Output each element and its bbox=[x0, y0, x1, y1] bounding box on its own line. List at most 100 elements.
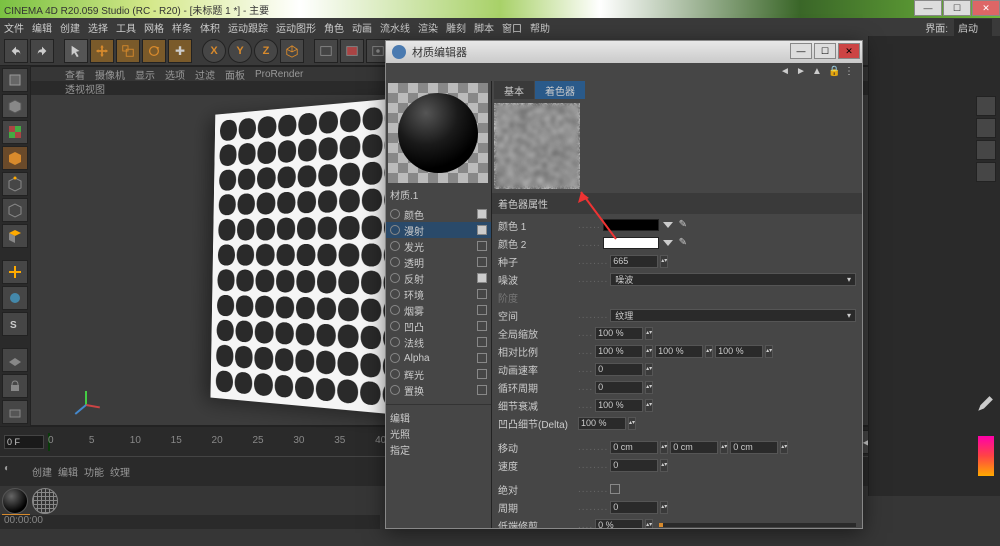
delta-input[interactable] bbox=[578, 417, 626, 430]
menu-pipeline[interactable]: 流水线 bbox=[380, 20, 410, 35]
dialog-close[interactable]: ✕ bbox=[838, 43, 860, 59]
channel-7[interactable]: 凹凸 bbox=[386, 318, 491, 334]
menu-window[interactable]: 窗口 bbox=[502, 20, 522, 35]
loop-spinner[interactable]: ▴▾ bbox=[645, 381, 653, 394]
poly-mode[interactable] bbox=[2, 224, 28, 248]
menu-create[interactable]: 创建 bbox=[60, 20, 80, 35]
global-scale-input[interactable] bbox=[595, 327, 643, 340]
speed-spinner[interactable]: ▴▾ bbox=[660, 459, 668, 472]
anim-spinner[interactable]: ▴▾ bbox=[645, 363, 653, 376]
cycle-spinner[interactable]: ▴▾ bbox=[660, 501, 668, 514]
channel-0[interactable]: 颜色 bbox=[386, 206, 491, 222]
channel-4[interactable]: 反射 bbox=[386, 270, 491, 286]
seed-input[interactable] bbox=[610, 255, 658, 268]
layout-dropdown[interactable]: 启动 bbox=[954, 19, 992, 36]
low-slider[interactable] bbox=[659, 523, 856, 527]
lock-workplane[interactable] bbox=[2, 374, 28, 398]
material-name-field[interactable]: 材质.1 bbox=[386, 185, 491, 204]
rel-x-spinner[interactable]: ▴▾ bbox=[645, 345, 653, 358]
color1-swatch[interactable] bbox=[603, 219, 659, 231]
attr-tool-4[interactable] bbox=[976, 162, 996, 182]
abs-checkbox[interactable] bbox=[610, 484, 620, 494]
rotate-tool[interactable] bbox=[142, 39, 166, 63]
tab-shader[interactable]: 着色器 bbox=[535, 81, 585, 99]
delta-spinner[interactable]: ▴▾ bbox=[628, 417, 636, 430]
maximize-button[interactable]: ☐ bbox=[943, 0, 971, 16]
menu-icon[interactable]: ⋮ bbox=[844, 66, 856, 78]
low-spinner[interactable]: ▴▾ bbox=[645, 519, 653, 529]
color1-picker-icon[interactable]: ✎ bbox=[679, 219, 691, 231]
x-axis-lock[interactable]: X bbox=[202, 39, 226, 63]
nav-back-icon[interactable]: ◄ bbox=[780, 66, 792, 78]
point-mode[interactable] bbox=[2, 172, 28, 196]
dialog-titlebar[interactable]: 材质编辑器 — ☐ ✕ bbox=[386, 41, 862, 63]
low-input[interactable] bbox=[595, 519, 643, 529]
y-axis-lock[interactable]: Y bbox=[228, 39, 252, 63]
move-x[interactable] bbox=[610, 441, 658, 454]
vp-view[interactable]: 查看 bbox=[65, 67, 85, 82]
rel-x-input[interactable] bbox=[595, 345, 643, 358]
noise-preview[interactable] bbox=[494, 103, 580, 189]
redo-button[interactable] bbox=[30, 39, 54, 63]
enable-axis[interactable] bbox=[2, 260, 28, 284]
coord-system[interactable] bbox=[280, 39, 304, 63]
mat-create[interactable]: 创建 bbox=[32, 464, 52, 479]
vp-display[interactable]: 显示 bbox=[135, 67, 155, 82]
material-slot-1[interactable]: 材质.1 bbox=[2, 488, 30, 538]
vp-camera[interactable]: 摄像机 bbox=[95, 67, 125, 82]
menu-select[interactable]: 选择 bbox=[88, 20, 108, 35]
menu-file[interactable]: 文件 bbox=[4, 20, 24, 35]
vp-panel[interactable]: 面板 bbox=[225, 67, 245, 82]
attr-tool-1[interactable] bbox=[976, 96, 996, 116]
menu-tools[interactable]: 工具 bbox=[116, 20, 136, 35]
vp-prorender[interactable]: ProRender bbox=[255, 69, 303, 80]
nav-fwd-icon[interactable]: ► bbox=[796, 66, 808, 78]
move-z[interactable] bbox=[730, 441, 778, 454]
channel-8[interactable]: 法线 bbox=[386, 334, 491, 350]
material-preview[interactable] bbox=[388, 83, 488, 183]
select-tool[interactable] bbox=[64, 39, 88, 63]
menu-mograph[interactable]: 运动图形 bbox=[276, 20, 316, 35]
recent-tool[interactable]: ✚ bbox=[168, 39, 192, 63]
menu-animate[interactable]: 动画 bbox=[352, 20, 372, 35]
channel-illum[interactable]: 光照 bbox=[386, 425, 491, 441]
menu-edit[interactable]: 编辑 bbox=[32, 20, 52, 35]
make-editable-button[interactable] bbox=[2, 68, 28, 92]
pencil-icon[interactable] bbox=[976, 395, 994, 416]
channel-11[interactable]: 置换 bbox=[386, 382, 491, 398]
dialog-maximize[interactable]: ☐ bbox=[814, 43, 836, 59]
channel-edit[interactable]: 编辑 bbox=[386, 409, 491, 425]
move-z-spinner[interactable]: ▴▾ bbox=[780, 441, 788, 454]
snap-button[interactable]: S bbox=[2, 312, 28, 336]
channel-10[interactable]: 辉光 bbox=[386, 366, 491, 382]
move-tool[interactable] bbox=[90, 39, 114, 63]
color-gradient[interactable] bbox=[978, 436, 994, 476]
dialog-minimize[interactable]: — bbox=[790, 43, 812, 59]
channel-6[interactable]: 烟雾 bbox=[386, 302, 491, 318]
workplane-button[interactable] bbox=[2, 348, 28, 372]
move-x-spinner[interactable]: ▴▾ bbox=[660, 441, 668, 454]
channel-1[interactable]: 漫射 bbox=[386, 222, 491, 238]
material-new-icon[interactable]: ◐ bbox=[4, 463, 26, 481]
channel-assign[interactable]: 指定 bbox=[386, 441, 491, 457]
channel-9[interactable]: Alpha bbox=[386, 350, 491, 366]
undo-button[interactable] bbox=[4, 39, 28, 63]
channel-2[interactable]: 发光 bbox=[386, 238, 491, 254]
space-dropdown[interactable]: 纹理 bbox=[610, 309, 856, 322]
menu-script[interactable]: 脚本 bbox=[474, 20, 494, 35]
mat-texture[interactable]: 纹理 bbox=[110, 464, 130, 479]
rel-y-input[interactable] bbox=[655, 345, 703, 358]
loop-input[interactable] bbox=[595, 381, 643, 394]
model-mode[interactable] bbox=[2, 94, 28, 118]
menu-tracker[interactable]: 运动跟踪 bbox=[228, 20, 268, 35]
rel-y-spinner[interactable]: ▴▾ bbox=[705, 345, 713, 358]
seed-spinner[interactable]: ▴▾ bbox=[660, 255, 668, 268]
vp-options[interactable]: 选项 bbox=[165, 67, 185, 82]
render-pv-button[interactable] bbox=[340, 39, 364, 63]
color2-picker-icon[interactable]: ✎ bbox=[679, 237, 691, 249]
mat-edit[interactable]: 编辑 bbox=[58, 464, 78, 479]
edge-mode[interactable] bbox=[2, 198, 28, 222]
viewport-solo[interactable] bbox=[2, 286, 28, 310]
scale-tool[interactable] bbox=[116, 39, 140, 63]
render-view-button[interactable] bbox=[314, 39, 338, 63]
